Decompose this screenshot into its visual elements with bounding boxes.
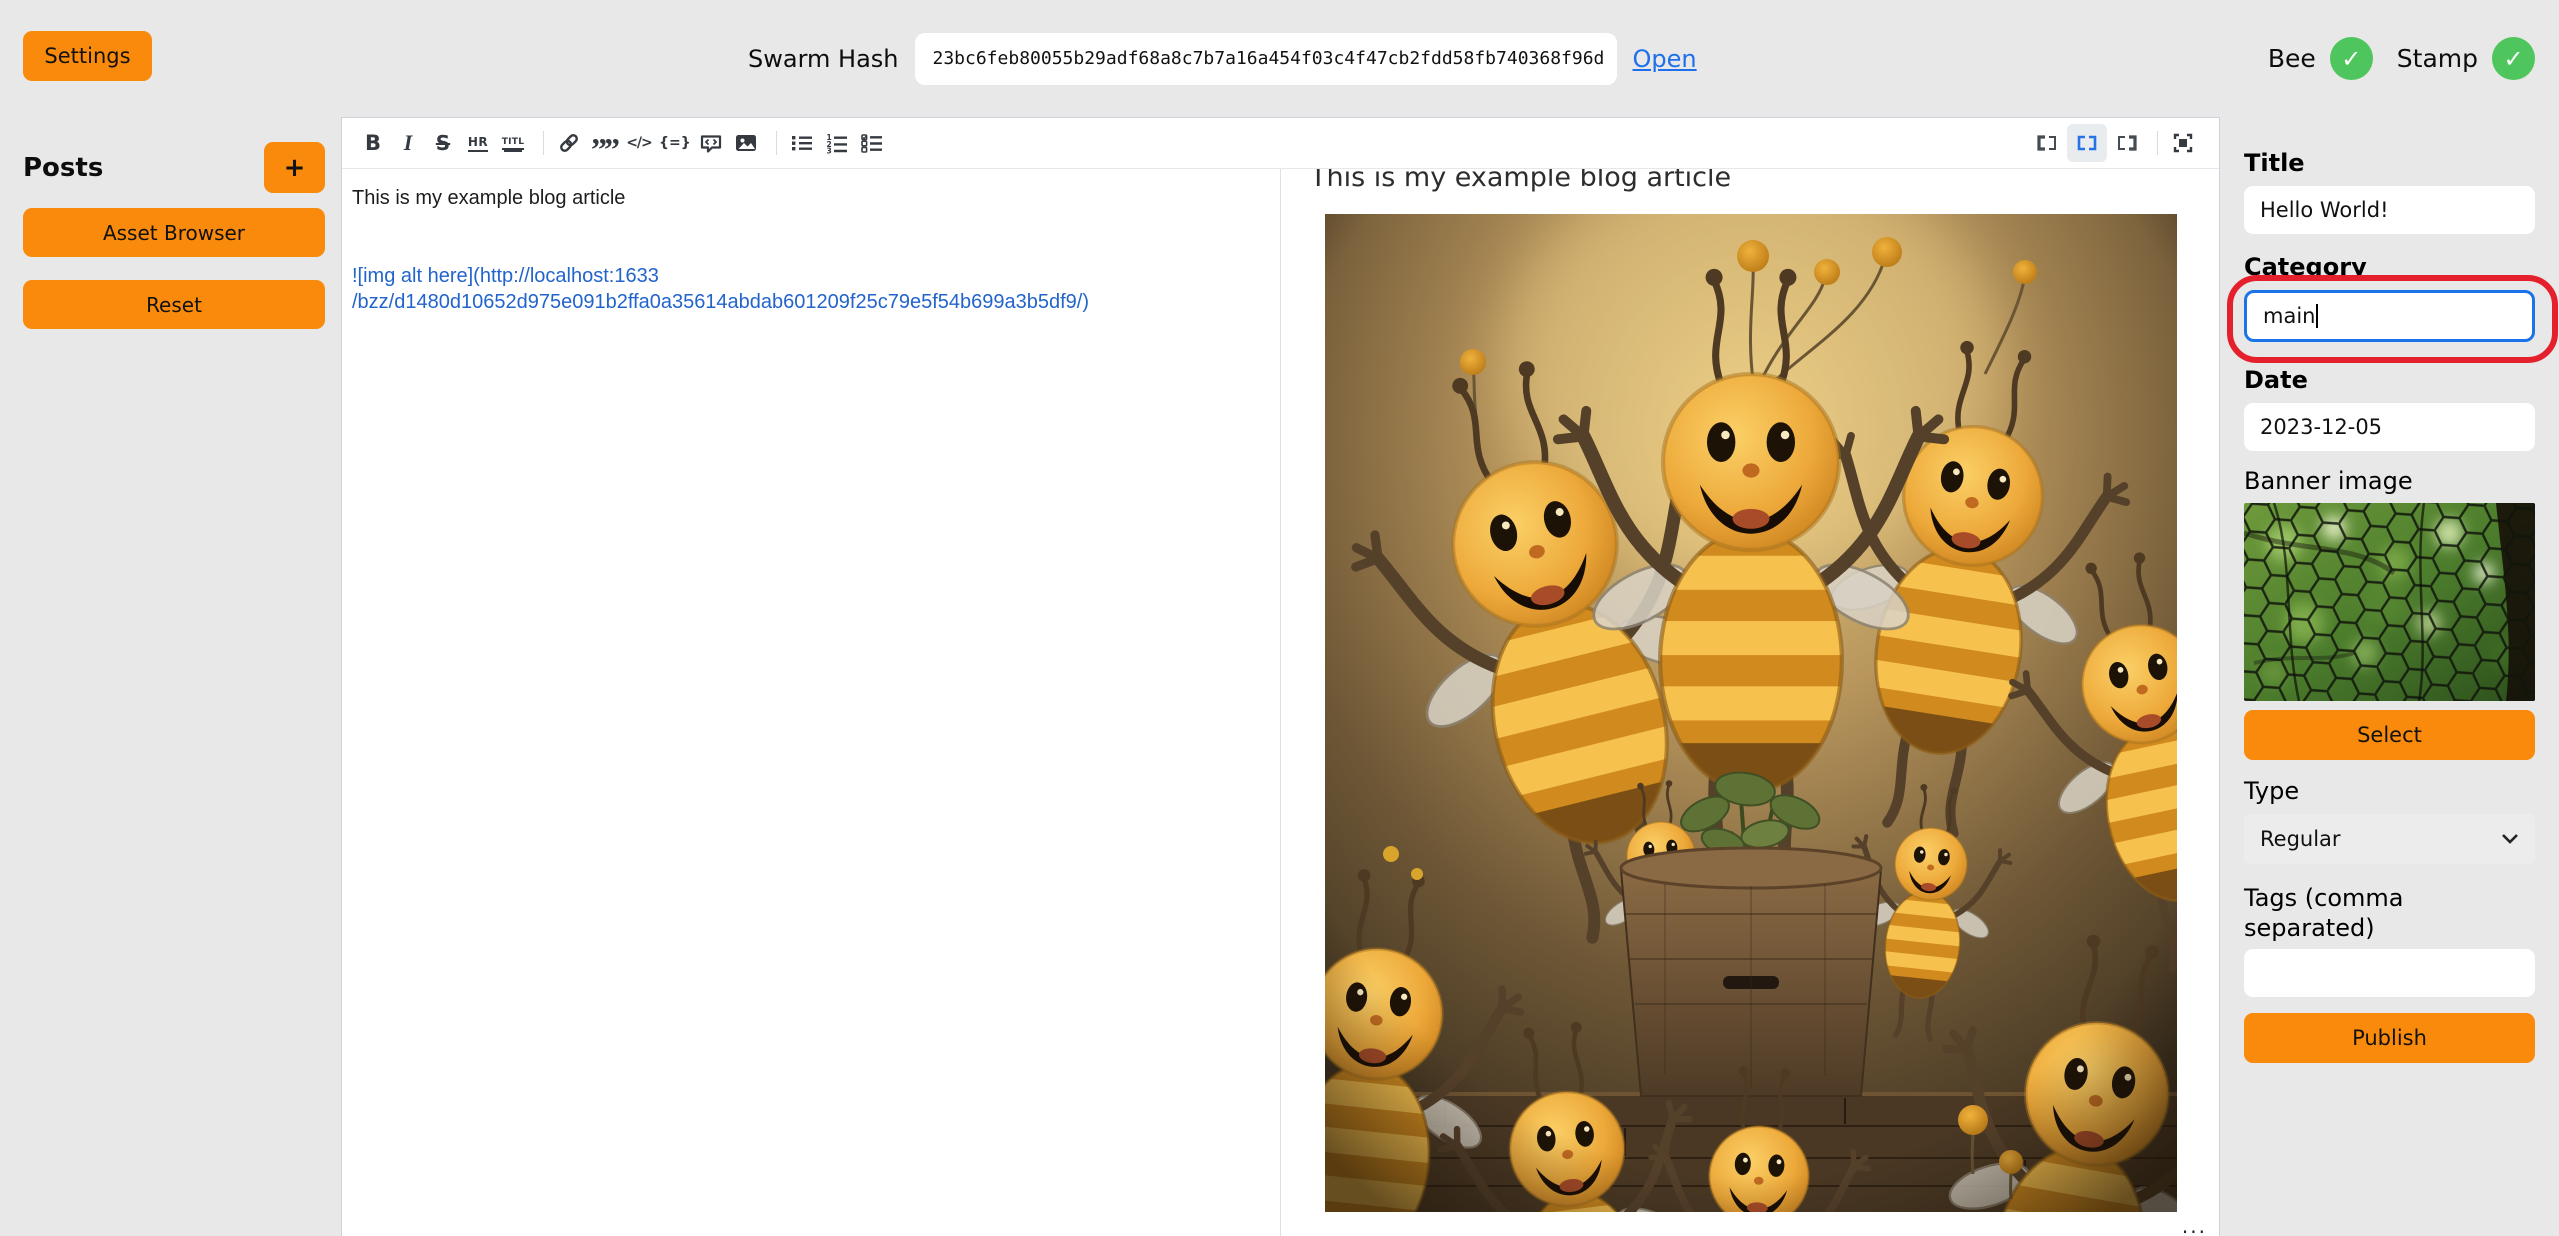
svg-text:3: 3: [826, 147, 831, 155]
bee-status-label: Bee: [2268, 44, 2316, 73]
title-icon[interactable]: TITL: [498, 128, 528, 158]
type-selected-value: Regular: [2260, 827, 2341, 851]
italic-icon[interactable]: I: [393, 128, 423, 158]
quote-icon[interactable]: ””: [589, 125, 619, 161]
editor-toolbar: B I S HR TITL ”” </> {=} 123: [342, 118, 2219, 169]
date-label: Date: [2244, 365, 2535, 395]
stamp-check-icon: ✓: [2492, 37, 2535, 80]
markdown-source-editor[interactable]: This is my example blog article ![img al…: [342, 169, 1281, 1236]
app-window: Settings Swarm Hash 23bc6feb80055b29adf6…: [0, 0, 2559, 1236]
editor-image-markdown-line1: ![img alt here](http://localhost:1633: [352, 263, 1266, 289]
view-mode-group: [2032, 124, 2203, 162]
type-label: Type: [2244, 776, 2535, 806]
type-select[interactable]: Regular: [2244, 814, 2535, 864]
bold-icon[interactable]: B: [358, 128, 388, 158]
unordered-list-icon[interactable]: [787, 128, 817, 158]
preview-overflow-dots: ...: [2182, 1214, 2207, 1236]
date-value: 2023-12-05: [2260, 415, 2382, 439]
date-input[interactable]: 2023-12-05: [2244, 403, 2535, 451]
post-properties-panel: Title Hello World! Category main Date 20…: [2244, 117, 2535, 1063]
split-view-icon[interactable]: [2067, 124, 2107, 162]
asset-browser-button[interactable]: Asset Browser: [23, 208, 325, 257]
task-list-icon[interactable]: [857, 128, 887, 158]
blog-post-image: [1325, 214, 2177, 1212]
banner-image-label: Banner image: [2244, 466, 2535, 496]
category-label: Category: [2244, 252, 2535, 282]
editor-image-markdown-line2: /bzz/d1480d10652d975e091b2ffa0a35614abda…: [352, 289, 1266, 315]
swarm-hash-label: Swarm Hash: [748, 45, 899, 73]
open-link[interactable]: Open: [1633, 45, 1697, 73]
markdown-preview-pane[interactable]: This is my example blog article: [1282, 169, 2219, 1236]
toolbar-separator: [2157, 131, 2158, 155]
preview-content: This is my example blog article: [1282, 169, 2219, 1212]
title-value: Hello World!: [2260, 198, 2389, 222]
title-label: Title: [2244, 148, 2535, 178]
code-icon[interactable]: </>: [624, 128, 654, 158]
swarm-hash-input[interactable]: 23bc6feb80055b29adf68a8c7b7a16a454f03c4f…: [915, 33, 1617, 85]
banner-image-thumbnail: [2244, 503, 2535, 701]
horizontal-rule-icon[interactable]: HR: [463, 128, 493, 158]
category-value: main: [2263, 304, 2315, 328]
settings-button[interactable]: Settings: [23, 31, 152, 81]
markdown-editor-container: B I S HR TITL ”” </> {=} 123: [341, 117, 2220, 1236]
ordered-list-icon[interactable]: 123: [822, 128, 852, 158]
preview-heading: This is my example blog article: [1310, 169, 2191, 195]
editor-blank-line: [352, 237, 1266, 263]
posts-header: Posts +: [23, 142, 325, 193]
link-icon[interactable]: [554, 128, 584, 158]
publish-button[interactable]: Publish: [2244, 1013, 2535, 1063]
title-glyph: TITL: [502, 137, 525, 150]
hr-glyph: HR: [468, 135, 488, 152]
code-block-icon[interactable]: {=}: [659, 128, 691, 158]
editor-view-icon[interactable]: [2032, 128, 2062, 158]
toolbar-separator: [543, 131, 544, 155]
tags-label: Tags (comma separated): [2244, 883, 2535, 943]
tags-input[interactable]: [2244, 949, 2535, 997]
toolbar-separator: [776, 131, 777, 155]
image-icon[interactable]: [731, 128, 761, 158]
category-input[interactable]: main: [2244, 290, 2535, 342]
preview-view-icon[interactable]: [2112, 128, 2142, 158]
bee-check-icon: ✓: [2330, 37, 2373, 80]
editor-blank-line: [352, 211, 1266, 237]
add-post-button[interactable]: +: [264, 142, 325, 193]
select-banner-button[interactable]: Select: [2244, 710, 2535, 760]
stamp-status-label: Stamp: [2397, 44, 2478, 73]
title-input[interactable]: Hello World!: [2244, 186, 2535, 234]
fullscreen-icon[interactable]: [2168, 128, 2198, 158]
strikethrough-icon[interactable]: S: [428, 128, 458, 158]
posts-title: Posts: [23, 153, 103, 183]
text-cursor: [2316, 304, 2318, 328]
editor-text-line: This is my example blog article: [352, 185, 1266, 211]
status-indicators: Bee ✓ Stamp ✓: [2268, 0, 2535, 117]
reset-button[interactable]: Reset: [23, 280, 325, 329]
comment-code-icon[interactable]: [696, 128, 726, 158]
swarm-hash-group: Swarm Hash 23bc6feb80055b29adf68a8c7b7a1…: [748, 0, 1697, 117]
chevron-down-icon: [2501, 833, 2519, 845]
